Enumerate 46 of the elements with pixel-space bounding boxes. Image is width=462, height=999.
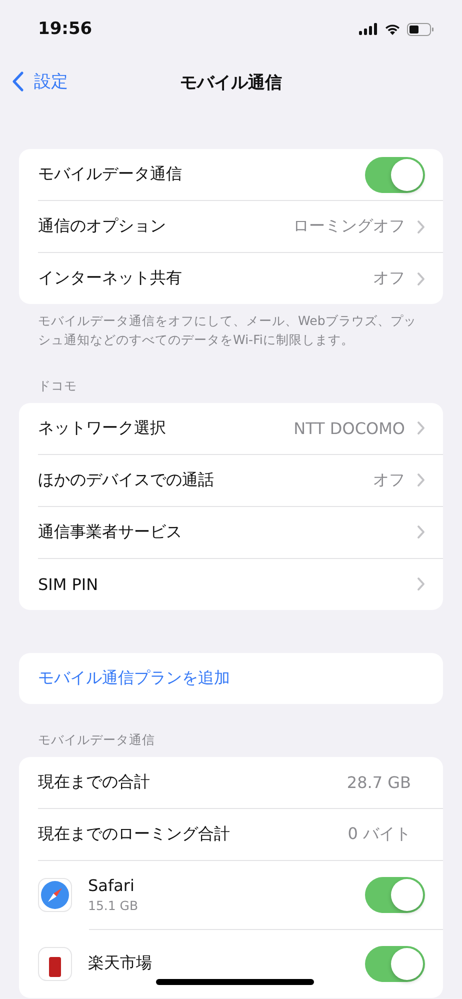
chevron-right-icon [417,525,425,539]
section-header: モバイルデータ通信 [37,730,156,748]
signal-icon [359,23,378,35]
toggle-switch[interactable] [365,156,425,192]
section-header: ドコモ [37,376,78,394]
settings-row[interactable]: ほかのデバイスでの通話 オフ [19,454,443,506]
section-footer: モバイルデータ通信をオフにして、メール、Webブラウズ、プッシュ通知などのすべてのデータをWi-Fiに制限します。 [0,304,462,350]
row-label: インターネット共有 [38,268,182,289]
settings-row[interactable]: ネットワーク選択 NTT DOCOMO [19,402,443,454]
app-name: Safari [88,876,136,895]
settings-row[interactable]: インターネット共有 オフ [19,253,443,304]
settings-row[interactable]: SIM PIN [19,558,443,610]
row-value: NTT DOCOMO [294,418,405,438]
row-value: ローミングオフ [293,216,405,237]
toggle-switch[interactable] [365,876,425,912]
row-value: 0 バイト [348,824,412,844]
row-label: ほかのデバイスでの通話 [38,470,214,490]
row-label: 通信のオプション [38,216,166,237]
toggle-switch[interactable] [365,946,425,982]
add-plan-link[interactable]: モバイル通信プランを追加 [38,668,230,688]
chevron-right-icon [417,577,425,591]
row-value: 28.7 GB [346,772,412,792]
chevron-left-icon [12,71,24,92]
settings-row[interactable]: 通信事業者サービス [19,506,443,558]
wifi-icon [384,23,401,35]
chevron-right-icon [417,473,425,487]
nav-title: モバイル通信 [180,72,282,94]
shop-app-icon [38,946,72,980]
chevron-right-icon [417,272,425,286]
settings-row[interactable]: 通信のオプション ローミングオフ [19,201,443,252]
row-label: SIM PIN [38,574,98,594]
row-value: オフ [373,470,405,490]
back-button[interactable]: 設定 [10,68,70,95]
app-name: 楽天市場 [88,953,153,974]
status-time: 19:56 [38,19,92,39]
row-label: ネットワーク選択 [38,418,166,438]
compass-icon [38,878,72,912]
row-label: 通信事業者サービス [38,522,182,542]
row-value: オフ [373,268,405,289]
row-label: モバイルデータ通信 [38,164,182,185]
row-label: 現在までの合計 [38,772,150,792]
row-label: 現在までのローミング合計 [38,824,230,844]
battery-icon [407,22,434,36]
app-usage: 15.1 GB [88,898,140,913]
chevron-right-icon [417,421,425,435]
chevron-right-icon [417,220,425,234]
